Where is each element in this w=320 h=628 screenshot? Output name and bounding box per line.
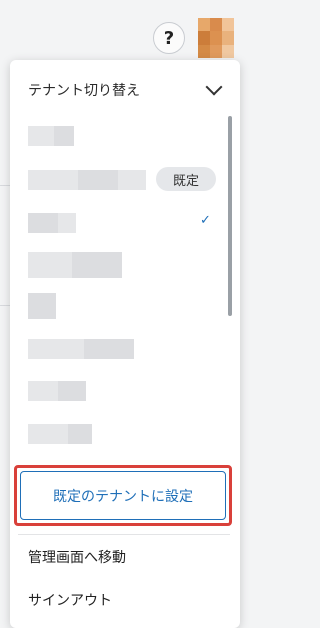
tenant-switcher-title: テナント切り替え	[28, 83, 140, 99]
redacted-tenant-name	[78, 170, 118, 190]
avatar-pixel	[222, 31, 234, 45]
avatar[interactable]	[198, 18, 234, 59]
tenant-list-item[interactable]	[28, 424, 92, 444]
redacted-tenant-name	[84, 339, 134, 359]
tenant-list-item[interactable]	[28, 213, 76, 233]
admin-console-link[interactable]: 管理画面へ移動	[28, 547, 126, 567]
avatar-pixel	[198, 31, 210, 45]
chevron-down-icon	[205, 78, 223, 96]
avatar-pixel	[210, 44, 222, 59]
avatar-pixel	[198, 18, 210, 32]
menu-divider	[18, 534, 230, 535]
tenant-list-item[interactable]	[28, 126, 74, 146]
scrollbar[interactable]	[228, 116, 232, 316]
redacted-tenant-name	[28, 170, 78, 190]
redacted-tenant-name	[118, 170, 146, 190]
check-icon: ✓	[200, 213, 211, 228]
redacted-tenant-name	[72, 252, 122, 278]
redacted-tenant-name	[58, 213, 76, 233]
tenant-list-item[interactable]	[28, 252, 122, 278]
avatar-pixel	[222, 44, 234, 59]
redacted-tenant-name	[28, 339, 84, 359]
help-icon: ?	[163, 27, 175, 49]
default-badge: 既定	[156, 167, 216, 191]
tenant-dropdown-panel: テナント切り替え 既定 ✓ 既定のテナントに設定 管理画面へ移動 サインアウト	[10, 60, 240, 628]
tenant-list-item[interactable]	[28, 339, 134, 359]
avatar-pixel	[210, 18, 222, 32]
tenant-list-item[interactable]	[28, 293, 56, 319]
help-button[interactable]: ?	[153, 22, 185, 54]
tenant-switcher-header[interactable]: テナント切り替え	[28, 78, 223, 102]
avatar-pixel	[210, 31, 222, 45]
avatar-pixel	[198, 44, 210, 59]
redacted-tenant-name	[54, 126, 74, 146]
redacted-tenant-name	[68, 424, 92, 444]
redacted-tenant-name	[28, 424, 68, 444]
redacted-tenant-name	[28, 381, 58, 401]
avatar-pixel	[222, 18, 234, 32]
redacted-tenant-name	[28, 126, 54, 146]
set-default-tenant-button[interactable]: 既定のテナントに設定	[20, 471, 226, 520]
redacted-tenant-name	[28, 293, 56, 319]
redacted-tenant-name	[28, 213, 58, 233]
signout-link[interactable]: サインアウト	[28, 590, 112, 610]
redacted-tenant-name	[58, 381, 86, 401]
tenant-list-item[interactable]	[28, 381, 86, 401]
redacted-tenant-name	[28, 252, 72, 278]
tenant-list-item[interactable]	[28, 170, 146, 190]
